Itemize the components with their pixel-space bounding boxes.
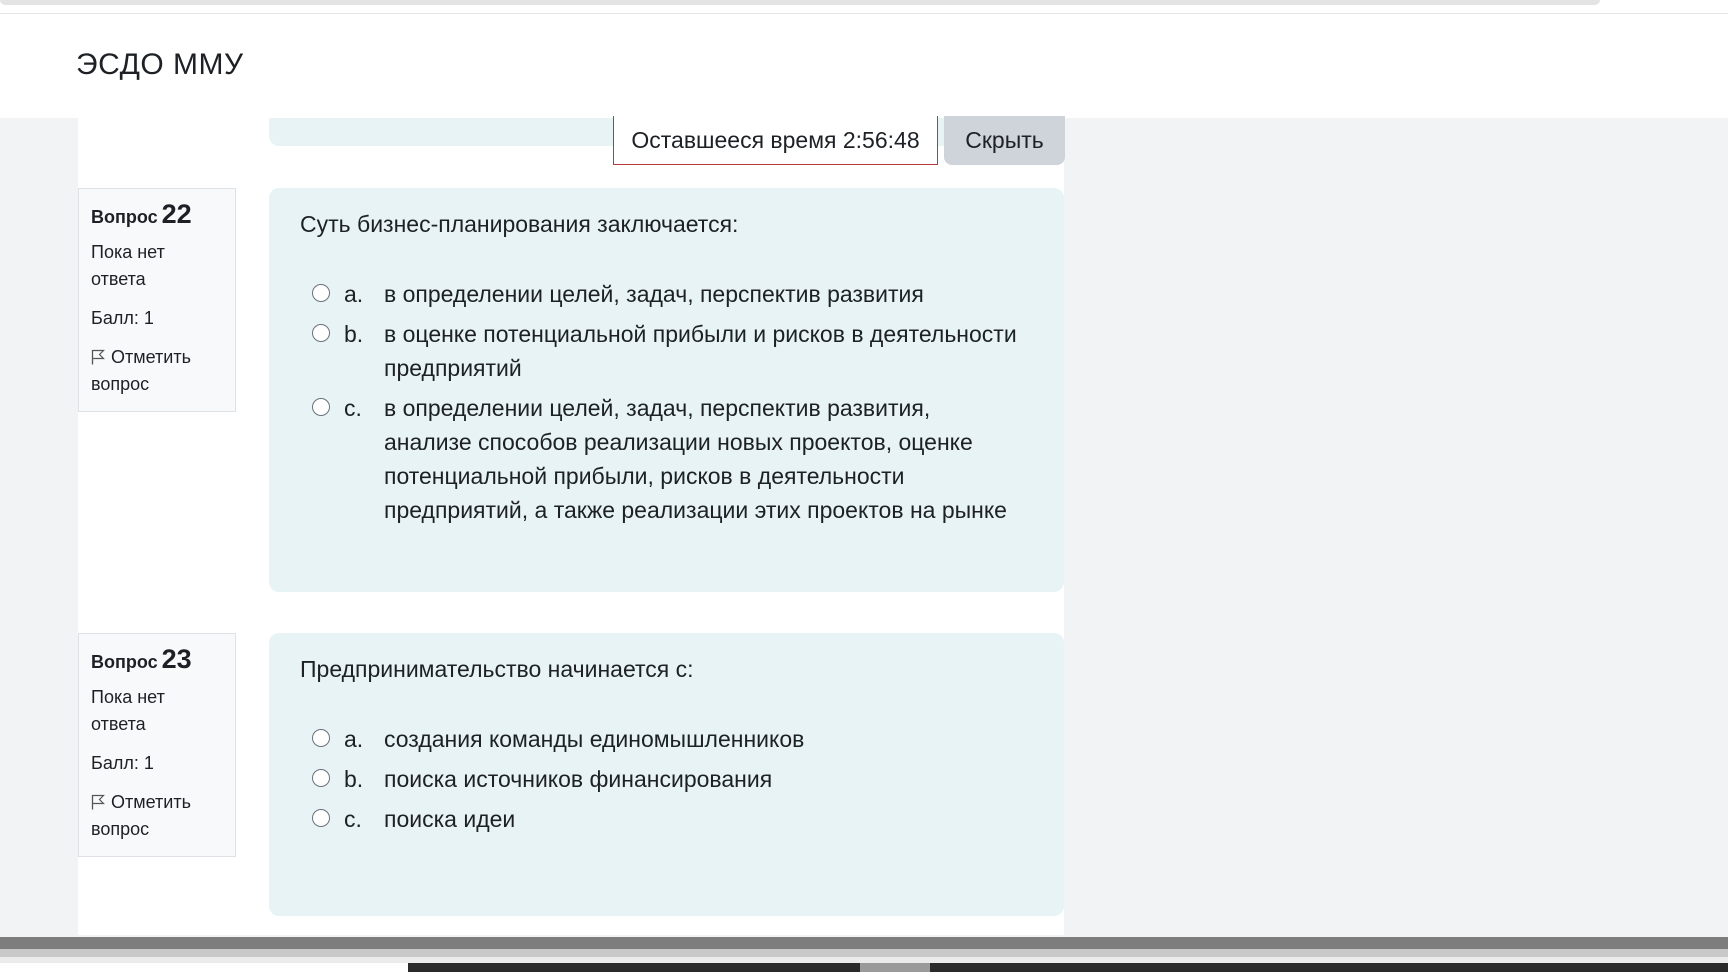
answer-text: создания команды единомышленников [384,726,805,752]
answer-option[interactable]: c. поиска идеи [300,802,1033,836]
question-text: Суть бизнес-планирования заключается: [300,211,739,237]
question-info: Вопрос 22 Пока нет ответа Балл: 1 Отметит… [78,188,236,412]
answer-radio[interactable] [312,324,330,342]
scrollbar-track [0,937,1728,949]
flag-icon [91,349,105,365]
timer-value: 2:56:48 [842,126,920,153]
site-brand[interactable]: ЭСДО ММУ [76,48,244,82]
answer-text: поиска источников финансирования [384,766,773,792]
question-grade: Балл: 1 [91,753,154,773]
scrollbar-edge [0,949,1728,957]
taskbar-segment [930,963,1728,972]
flag-question-link[interactable]: Отметить вопрос [91,789,223,843]
site-header: ЭСДО ММУ [0,14,1728,118]
top-strip [0,0,1728,14]
question-number: Вопрос 23 [91,644,223,677]
answer-letter: a. [344,281,364,307]
hide-timer-button[interactable]: Скрыть [944,116,1065,165]
question-info: Вопрос 23 Пока нет ответа Балл: 1 Отметит… [78,633,236,857]
question-content: Предпринимательство начинается с: a. соз… [269,633,1064,916]
answer-list: a. создания команды единомышленников b. … [300,722,1033,836]
answer-text: поиска идеи [384,806,516,832]
question-label: Вопрос [91,207,158,227]
question-state: Пока нет ответа [91,687,165,734]
answer-radio[interactable] [312,398,330,416]
answer-option[interactable]: b. поиска источников финансирования [300,762,1033,796]
answer-radio[interactable] [312,284,330,302]
question-grade: Балл: 1 [91,308,154,328]
answer-option[interactable]: c. в определении целей, задач, перспекти… [300,391,1033,527]
quiz-timer: Оставшееся время 2:56:48 [613,116,938,165]
answer-letter: a. [344,726,364,752]
top-scrollbar[interactable] [0,0,1600,5]
answer-letter: b. [344,766,364,792]
flag-icon [91,794,105,810]
answer-option[interactable]: b. в оценке потенциальной прибыли и риск… [300,317,1033,385]
question-text: Предпринимательство начинается с: [300,656,694,682]
timer-label: Оставшееся время [631,126,837,153]
question-number: Вопрос 22 [91,199,223,232]
answer-letter: c. [344,806,362,832]
answer-radio[interactable] [312,769,330,787]
answer-radio[interactable] [312,729,330,747]
answer-text: в определении целей, задач, перспектив р… [384,395,1007,523]
bottom-scrollbar[interactable] [0,937,1728,972]
answer-text: в определении целей, задач, перспектив р… [384,281,924,307]
page: ЭСДО ММУ Оставшееся время 2:56:48 Скрыть… [0,0,1728,972]
question-number-value: 22 [161,199,192,229]
flag-label: Отметить вопрос [91,792,191,839]
answer-text: в оценке потенциальной прибыли и рисков … [384,321,1017,381]
taskbar-segment [860,963,930,972]
answer-letter: b. [344,321,364,347]
answer-letter: c. [344,395,362,421]
question-content: Суть бизнес-планирования заключается: a.… [269,188,1064,592]
flag-question-link[interactable]: Отметить вопрос [91,344,223,398]
flag-label: Отметить вопрос [91,347,191,394]
answer-option[interactable]: a. создания команды единомышленников [300,722,1033,756]
question-state: Пока нет ответа [91,242,165,289]
question-number-value: 23 [161,644,192,674]
question-label: Вопрос [91,652,158,672]
answer-option[interactable]: a. в определении целей, задач, перспекти… [300,277,1033,311]
answer-list: a. в определении целей, задач, перспекти… [300,277,1033,527]
taskbar-segment [408,963,860,972]
answer-radio[interactable] [312,809,330,827]
